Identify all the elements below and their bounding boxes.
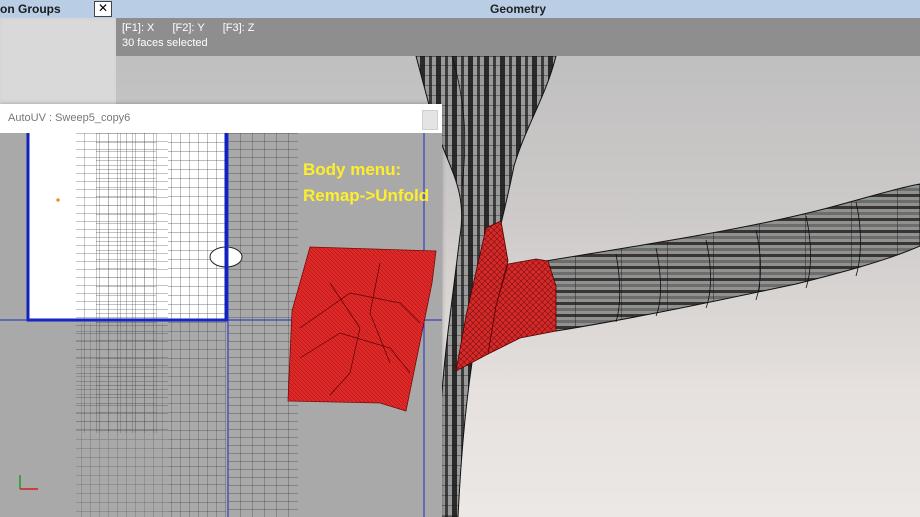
axis-key-hints: [F1]: X [F2]: Y [F3]: Z [122, 22, 270, 34]
uv-island-strip-3 [168, 133, 226, 517]
groups-panel-title: on Groups [0, 2, 61, 16]
axis-key-z: [F3]: Z [222, 22, 255, 34]
autouv-window-title: AutoUV : Sweep5_copy6 [8, 112, 131, 124]
autouv-window[interactable]: AutoUV : Sweep5_copy6 Body menu: Remap->… [0, 104, 442, 517]
geometry-panel-titlebar: Geometry [116, 0, 920, 18]
axis-key-x: [F1]: X [122, 22, 155, 34]
groups-panel-titlebar: on Groups ✕ [0, 0, 116, 18]
viewport-info-bar: [F1]: X [F2]: Y [F3]: Z 30 faces selecte… [116, 18, 920, 56]
close-icon[interactable]: ✕ [94, 1, 112, 17]
autouv-close-button[interactable] [422, 110, 438, 130]
uv-island-strip-4 [228, 133, 298, 517]
annotation-line-1: Body menu: [303, 160, 402, 179]
annotation-line-2: Remap->Unfold [303, 186, 430, 205]
uv-island-strip-5 [76, 323, 168, 517]
geometry-panel-title: Geometry [489, 2, 547, 16]
uv-pivot-point[interactable] [56, 198, 60, 202]
selection-status: 30 faces selected [122, 37, 208, 49]
axis-key-y: [F2]: Y [172, 22, 205, 34]
